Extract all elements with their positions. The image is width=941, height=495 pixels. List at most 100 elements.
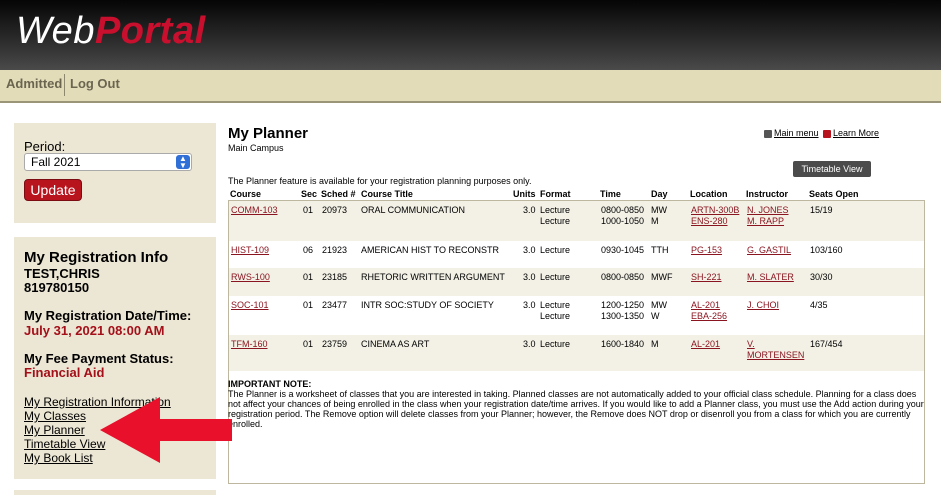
cell-sched: 21923: [322, 245, 348, 255]
col-day: Day: [651, 189, 668, 199]
instructor-link[interactable]: N. JONES: [747, 205, 789, 216]
instructor-link[interactable]: G. GASTIL: [747, 245, 791, 256]
cell-title: CINEMA AS ART: [361, 339, 430, 349]
period-label: Period:: [24, 139, 66, 154]
timetable-view-button[interactable]: Timetable View: [793, 161, 871, 177]
cell-day: MWF: [651, 272, 673, 282]
location-link[interactable]: PG-153: [691, 245, 722, 256]
webportal-logo[interactable]: WebPortal: [16, 10, 206, 53]
instructor-link[interactable]: MORTENSEN: [747, 350, 804, 361]
cell-sec: 01: [303, 339, 314, 349]
cell-time: 0800-0850: [601, 205, 645, 215]
cell-units: 3.0: [523, 245, 536, 255]
instructor-link[interactable]: M. RAPP: [747, 216, 784, 227]
page-title: My Planner: [228, 125, 309, 142]
course-link[interactable]: TFM-160: [231, 339, 268, 350]
location-link[interactable]: ARTN-300B: [691, 205, 739, 216]
cell-sched: 23759: [322, 339, 348, 349]
lower-panel: [14, 490, 216, 495]
cell-units: 3.0: [523, 205, 536, 215]
location-link[interactable]: EBA-256: [691, 311, 727, 322]
important-note: IMPORTANT NOTE: The Planner is a workshe…: [228, 379, 928, 429]
cell-day: W: [651, 311, 660, 321]
nav-divider: [64, 74, 65, 96]
cell-time: 1000-1050: [601, 216, 645, 226]
cell-day: MW: [651, 205, 667, 215]
campus-label: Main Campus: [228, 143, 284, 153]
location-link[interactable]: ENS-280: [691, 216, 728, 227]
nav-admitted[interactable]: Admitted: [6, 76, 62, 91]
cell-seats: 103/160: [810, 245, 843, 255]
select-arrows-icon: ▲ ▼: [176, 155, 190, 170]
planner-info-text: The Planner feature is available for you…: [228, 176, 532, 186]
link-timetable-view[interactable]: Timetable View: [24, 437, 105, 451]
cell-day: MW: [651, 300, 667, 310]
student-name: TEST,CHRIS: [24, 266, 100, 281]
cell-seats: 4/35: [810, 300, 828, 310]
note-body: The Planner is a worksheet of classes th…: [228, 389, 924, 429]
cell-format: Lecture: [540, 272, 571, 282]
cell-title: INTR SOC:STUDY OF SOCIETY: [361, 300, 494, 310]
col-sec: Sec: [301, 189, 318, 199]
period-select-value: Fall 2021: [31, 155, 81, 169]
cell-format: Lecture: [540, 311, 571, 321]
cell-time: 1200-1250: [601, 300, 645, 310]
link-my-classes[interactable]: My Classes: [24, 409, 86, 423]
registration-date-value: July 31, 2021 08:00 AM: [24, 323, 165, 338]
col-location: Location: [690, 189, 728, 199]
instructor-link[interactable]: V.: [747, 339, 755, 350]
fee-status-label: My Fee Payment Status:: [24, 351, 174, 366]
link-my-planner[interactable]: My Planner: [24, 423, 85, 437]
period-panel: [14, 123, 216, 223]
table-row: RWS-100 01 23185 RHETORIC WRITTEN ARGUME…: [229, 268, 924, 296]
cell-format: Lecture: [540, 245, 571, 255]
table-row: HIST-109 06 21923 AMERICAN HIST TO RECON…: [229, 241, 924, 268]
cell-title: RHETORIC WRITTEN ARGUMENT: [361, 272, 505, 282]
location-link[interactable]: AL-201: [691, 300, 720, 311]
location-link[interactable]: SH-221: [691, 272, 722, 283]
col-title: Course Title: [361, 189, 413, 199]
back-arrow-icon: [764, 129, 772, 138]
course-link[interactable]: COMM-103: [231, 205, 278, 216]
link-my-book-list[interactable]: My Book List: [24, 451, 93, 465]
table-row: TFM-160 01 23759 CINEMA AS ART 3.0 Lectu…: [229, 335, 924, 371]
cell-day: TTH: [651, 245, 669, 255]
nav-logout[interactable]: Log Out: [70, 76, 120, 91]
period-select[interactable]: Fall 2021 ▲ ▼: [24, 153, 192, 171]
table-row: COMM-103 01 20973 ORAL COMMUNICATION 3.0…: [229, 201, 924, 241]
instructor-link[interactable]: M. SLATER: [747, 272, 794, 283]
note-title: IMPORTANT NOTE:: [228, 379, 312, 389]
planner-table: COMM-103 01 20973 ORAL COMMUNICATION 3.0…: [228, 200, 925, 484]
col-seats: Seats Open: [809, 189, 859, 199]
cell-title: ORAL COMMUNICATION: [361, 205, 466, 215]
learn-more-text: Learn More: [833, 128, 880, 138]
main-menu-text: Main menu: [774, 128, 819, 138]
col-units: Units: [513, 189, 536, 199]
col-time: Time: [600, 189, 621, 199]
update-button[interactable]: Update: [24, 179, 82, 201]
cell-sec: 01: [303, 300, 314, 310]
cell-sched: 23185: [322, 272, 348, 282]
instructor-link[interactable]: J. CHOI: [747, 300, 779, 311]
course-link[interactable]: RWS-100: [231, 272, 270, 283]
table-row: SOC-101 01 23477 INTR SOC:STUDY OF SOCIE…: [229, 296, 924, 335]
location-link[interactable]: AL-201: [691, 339, 720, 350]
link-registration-information[interactable]: My Registration Information: [24, 395, 171, 409]
top-nav: Admitted Log Out: [0, 70, 941, 103]
col-course: Course: [230, 189, 262, 199]
planner-main: My Planner Main Campus Main menu Learn M…: [222, 123, 941, 495]
cell-units: 3.0: [523, 339, 536, 349]
course-link[interactable]: SOC-101: [231, 300, 269, 311]
cell-sec: 06: [303, 245, 314, 255]
cell-time: 1300-1350: [601, 311, 645, 321]
main-menu-link[interactable]: Main menu: [764, 128, 819, 138]
cell-sched: 20973: [322, 205, 348, 215]
col-sched: Sched #: [321, 189, 356, 199]
cell-format: Lecture: [540, 216, 571, 226]
portal-header: WebPortal: [0, 0, 941, 70]
learn-more-link[interactable]: Learn More: [823, 128, 879, 138]
cell-seats: 30/30: [810, 272, 833, 282]
course-link[interactable]: HIST-109: [231, 245, 269, 256]
registration-date-label: My Registration Date/Time:: [24, 308, 192, 323]
cell-sec: 01: [303, 205, 314, 215]
